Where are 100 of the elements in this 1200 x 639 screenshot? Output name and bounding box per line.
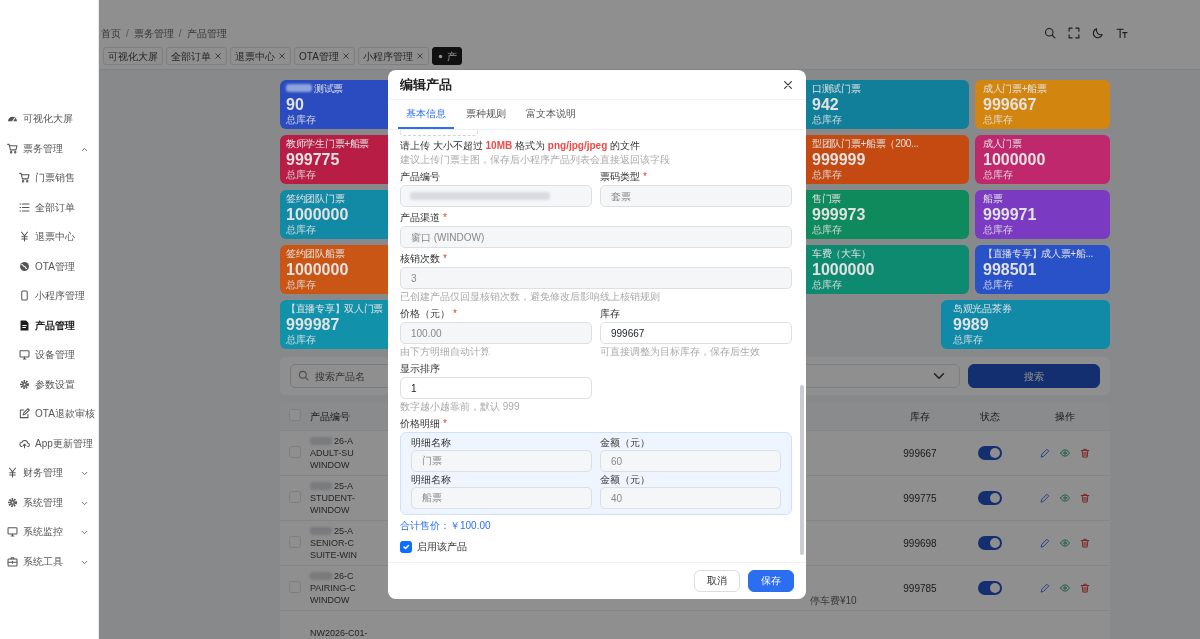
sidebar-item[interactable]: OTA退款审核 (0, 399, 98, 429)
sidebar-item[interactable]: 小程序管理 (0, 281, 98, 311)
toggle-switch[interactable] (978, 536, 1002, 550)
page-tab[interactable]: 可视化大屏 (103, 47, 163, 65)
breadcrumb-link[interactable]: 票务管理 (133, 25, 174, 41)
eye-icon[interactable] (1060, 538, 1070, 548)
column-header: 操作 (1055, 410, 1075, 424)
stat-value: 1000000 (286, 205, 350, 224)
sidebar-item[interactable]: 系统工具 (0, 546, 98, 576)
search-icon (298, 370, 309, 381)
breadcrumb-separator: / (178, 26, 182, 41)
cancel-button[interactable]: 取消 (694, 570, 740, 592)
toggle-switch[interactable] (978, 446, 1002, 460)
sidebar-item[interactable]: 退票中心 (0, 222, 98, 252)
dialog-title: 编辑产品 (400, 75, 452, 94)
card-caption: 总库存 (286, 279, 317, 291)
sidebar-item[interactable]: 产品管理 (0, 310, 98, 340)
card-title: 岛观光品茶券 (953, 303, 1013, 315)
product-code: 25-A SENIOR-C SUITE-WIN (310, 525, 357, 561)
cart-icon (19, 172, 30, 184)
trash-icon[interactable] (1080, 448, 1090, 458)
field-label: 价格（元） * (400, 307, 458, 320)
page-tab[interactable]: 退票中心 (230, 47, 291, 65)
stock-value: 999775 (903, 492, 937, 504)
sidebar-item[interactable]: App更新管理 (0, 428, 98, 458)
card-title: 测试票 (286, 83, 390, 95)
scrollbar[interactable] (800, 385, 804, 555)
eye-icon[interactable] (1060, 583, 1070, 593)
trash-icon[interactable] (1080, 493, 1090, 503)
toggle-switch[interactable] (978, 581, 1002, 595)
product-code: NW2026-C01- (310, 627, 368, 639)
text-field[interactable]: 1 (400, 377, 592, 399)
card-title: 教师学生门票+船票 (286, 138, 371, 150)
card-caption: 总库存 (286, 334, 317, 346)
trash-icon[interactable] (1080, 538, 1090, 548)
sidebar-item[interactable]: OTA管理 (0, 251, 98, 281)
card-title: 车费（大车） (812, 248, 872, 260)
card-title: 【直播专享】双人门票 (286, 303, 384, 315)
stat-value: 999667 (983, 95, 1038, 114)
search-button[interactable]: 搜索 (968, 364, 1100, 388)
dialog-tab[interactable]: 基本信息 (398, 100, 454, 129)
card-caption: 总库存 (812, 224, 843, 236)
text-field[interactable]: 999667 (600, 322, 792, 344)
cart-icon (7, 142, 18, 154)
upload-hint: 请上传 大小不超过 10MB 格式为 png/jpg/jpeg 的文件 (400, 139, 642, 152)
page-tab[interactable]: 全部订单 (166, 47, 227, 65)
search-icon[interactable] (1044, 27, 1056, 39)
card-title: 口测试门票 (812, 83, 862, 95)
list-icon (19, 201, 30, 213)
close-icon[interactable] (782, 79, 794, 92)
eye-icon[interactable] (1060, 448, 1070, 458)
save-button[interactable]: 保存 (748, 570, 794, 592)
stock-value: 999785 (903, 582, 937, 594)
page-tab[interactable]: OTA管理 (294, 47, 355, 65)
yen-icon (19, 231, 30, 243)
page-tab[interactable]: 产 (431, 47, 462, 65)
trash-icon[interactable] (1080, 583, 1090, 593)
dialog-tab[interactable]: 富文本说明 (518, 100, 584, 129)
card-caption: 总库存 (812, 169, 843, 181)
breadcrumb-link[interactable]: 产品管理 (186, 25, 227, 41)
card-caption: 总库存 (983, 224, 1014, 236)
monitor-icon (7, 526, 18, 538)
moon-icon[interactable] (1092, 27, 1104, 39)
page-tab[interactable]: 小程序管理 (357, 47, 429, 65)
card-caption: 总库存 (983, 279, 1014, 291)
sidebar-item[interactable]: 门票销售 (0, 163, 98, 193)
product-code: 25-A STUDENT- WINDOW (310, 480, 355, 516)
dialog-tab[interactable]: 票种规则 (458, 100, 514, 129)
sidebar-item[interactable]: 系统管理 (0, 487, 98, 517)
toggle-switch[interactable] (978, 491, 1002, 505)
pencil-icon[interactable] (1040, 583, 1050, 593)
sidebar-item[interactable]: 系统监控 (0, 517, 98, 547)
card-title: 售门票 (812, 193, 843, 205)
stat-value: 998501 (983, 260, 1038, 279)
fullscreen-icon[interactable] (1068, 27, 1080, 39)
stat-value: 1000000 (983, 150, 1047, 169)
eye-icon[interactable] (1060, 493, 1070, 503)
edit-icon (19, 408, 30, 420)
stock-value: 999667 (903, 447, 937, 459)
text-size-icon[interactable] (1116, 27, 1128, 39)
pencil-icon[interactable] (1040, 448, 1050, 458)
breadcrumb-link[interactable]: 首页 (101, 25, 121, 41)
help-text: 可直接调整为目标库存，保存后生效 (600, 345, 761, 358)
sidebar-item[interactable]: 全部订单 (0, 192, 98, 222)
sidebar-item[interactable]: 参数设置 (0, 369, 98, 399)
pencil-icon[interactable] (1040, 538, 1050, 548)
card-caption: 总库存 (812, 279, 843, 291)
globe-icon (19, 260, 30, 272)
sidebar-item[interactable]: 票务管理 (0, 133, 98, 163)
card-caption: 总库存 (286, 169, 317, 181)
help-text: 数字越小越靠前，默认 999 (400, 400, 521, 413)
stat-value: 999971 (983, 205, 1038, 224)
sidebar-item[interactable]: 可视化大屏 (0, 104, 98, 134)
sidebar-item[interactable]: 设备管理 (0, 340, 98, 370)
product-code: 26-A ADULT-SU WINDOW (310, 435, 354, 471)
checkbox[interactable] (400, 540, 412, 553)
stat-value: 999999 (812, 150, 867, 169)
pencil-icon[interactable] (1040, 493, 1050, 503)
field-label: 票码类型 * (600, 170, 648, 183)
sidebar-item[interactable]: 财务管理 (0, 458, 98, 488)
